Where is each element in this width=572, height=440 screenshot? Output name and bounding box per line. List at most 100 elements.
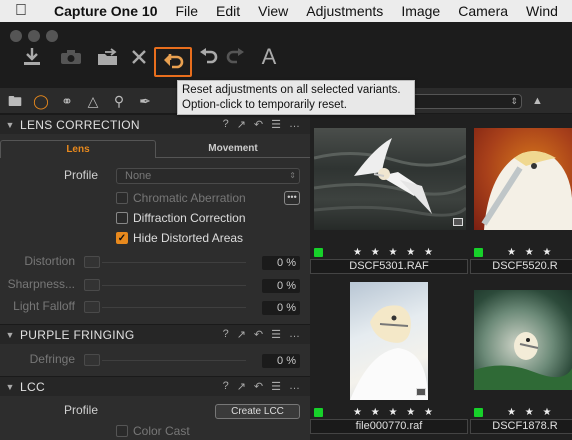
lens-tab-icon[interactable]: ◯ xyxy=(32,92,50,110)
tab-movement[interactable]: Movement xyxy=(156,140,310,158)
tab-lens[interactable]: Lens xyxy=(0,140,156,158)
thumbnail-gannet-flying[interactable] xyxy=(314,128,466,230)
help-icon[interactable]: ? xyxy=(223,328,229,341)
color-tag-icon[interactable] xyxy=(314,407,323,417)
sharpness-label: Sharpness... xyxy=(7,277,75,291)
profile-label: Profile xyxy=(63,168,98,182)
chevron-down-icon[interactable]: ▼ xyxy=(0,382,20,392)
menu-camera[interactable]: Camera xyxy=(449,3,517,19)
menu-view[interactable]: View xyxy=(249,3,297,19)
reset-section-icon[interactable]: ↶ xyxy=(254,118,263,131)
chromatic-aberration-checkbox[interactable] xyxy=(116,192,128,204)
brush-tab-icon[interactable]: ✒ xyxy=(136,92,154,110)
expand-icon[interactable]: ↗ xyxy=(237,380,246,393)
menu-bar:  Capture One 10 File Edit View Adjustme… xyxy=(0,0,572,22)
purple-fringing-header[interactable]: ▼ PURPLE FRINGING ? ↗ ↶ ☰ … xyxy=(0,324,310,344)
color-tag-icon[interactable] xyxy=(474,407,483,417)
diffraction-correction-row[interactable]: Diffraction Correction xyxy=(116,211,246,225)
star-rating[interactable]: ★ ★ ★ ★ ★ xyxy=(353,247,436,258)
light-falloff-slider[interactable] xyxy=(84,301,246,313)
search-tab-icon[interactable]: ⚲ xyxy=(110,92,128,110)
sharpness-value[interactable]: 0 % xyxy=(262,279,300,293)
menu-image[interactable]: Image xyxy=(392,3,449,19)
hide-distorted-checkbox[interactable]: ✓ xyxy=(116,232,128,244)
camera-icon[interactable] xyxy=(56,42,86,72)
color-cast-checkbox[interactable] xyxy=(116,425,128,437)
tooltip: Reset adjustments on all selected varian… xyxy=(177,80,415,115)
meta-row-3: ★ ★ ★ ★ ★ xyxy=(314,405,436,419)
defringe-slider[interactable] xyxy=(84,354,246,366)
presets-icon[interactable]: ☰ xyxy=(271,328,281,341)
star-rating[interactable]: ★ ★ ★ xyxy=(507,407,554,418)
menu-window[interactable]: Wind xyxy=(517,3,567,19)
composition-tab-icon[interactable]: △ xyxy=(84,92,102,110)
star-rating[interactable]: ★ ★ ★ xyxy=(507,247,554,258)
reset-section-icon[interactable]: ↶ xyxy=(254,380,263,393)
thumbnail-gannet-portrait[interactable] xyxy=(474,128,572,230)
window-zoom-dot[interactable] xyxy=(46,30,58,42)
defringe-label: Defringe xyxy=(29,352,75,366)
menu-app-name[interactable]: Capture One 10 xyxy=(42,3,166,19)
lens-profile-value: None xyxy=(125,170,152,182)
image-browser: ★ ★ ★ ★ ★ DSCF5301.RAF ★ ★ ★ DSCF5520.R … xyxy=(310,114,572,440)
text-icon[interactable]: A xyxy=(254,42,284,72)
library-tab-icon[interactable]: 🖿 xyxy=(6,92,24,110)
lens-correction-header[interactable]: ▼ LENS CORRECTION ? ↗ ↶ ☰ … xyxy=(0,114,310,134)
reset-section-icon[interactable]: ↶ xyxy=(254,328,263,341)
color-tag-icon[interactable] xyxy=(474,247,483,257)
meta-row-4: ★ ★ ★ xyxy=(474,405,554,419)
expand-icon[interactable]: ↗ xyxy=(237,118,246,131)
tool-panel: ▼ LENS CORRECTION ? ↗ ↶ ☰ … Lens Movemen… xyxy=(0,114,310,440)
triangle-up-icon[interactable]: ▲ xyxy=(532,95,543,107)
expand-icon[interactable]: ↗ xyxy=(237,328,246,341)
create-lcc-button[interactable]: Create LCC xyxy=(215,404,300,419)
distortion-value[interactable]: 0 % xyxy=(262,256,300,270)
apple-icon[interactable]:  xyxy=(0,2,42,20)
filename-label: DSCF5520.R xyxy=(470,259,572,274)
menu-adjustments[interactable]: Adjustments xyxy=(297,3,392,19)
chevron-down-icon[interactable]: ▼ xyxy=(0,330,20,340)
tooltip-line-2: Option-click to temporarily reset. xyxy=(182,99,347,111)
chevron-down-icon[interactable]: ▼ xyxy=(0,120,20,130)
tooltip-line-1: Reset adjustments on all selected varian… xyxy=(182,84,401,96)
color-cast-row[interactable]: Color Cast xyxy=(116,424,190,438)
filename-label: DSCF5301.RAF xyxy=(310,259,468,274)
export-icon[interactable] xyxy=(94,42,124,72)
lens-subtabs: Lens Movement xyxy=(0,140,310,158)
presets-icon[interactable]: ☰ xyxy=(271,118,281,131)
chromatic-aberration-row[interactable]: Chromatic Aberration xyxy=(116,191,246,205)
hide-distorted-row[interactable]: ✓ Hide Distorted Areas xyxy=(116,231,243,245)
close-icon[interactable] xyxy=(124,42,154,72)
color-tab-icon[interactable]: ⚭ xyxy=(58,92,76,110)
help-icon[interactable]: ? xyxy=(223,118,229,131)
more-icon[interactable]: … xyxy=(289,118,300,131)
variant-badge-icon xyxy=(416,388,426,396)
diffraction-correction-checkbox[interactable] xyxy=(116,212,128,224)
window-minimize-dot[interactable] xyxy=(28,30,40,42)
filename-label: DSCF1878.R xyxy=(470,419,572,434)
color-tag-icon[interactable] xyxy=(314,247,323,257)
import-icon[interactable] xyxy=(17,42,47,72)
menu-edit[interactable]: Edit xyxy=(207,3,249,19)
reset-icon[interactable] xyxy=(154,47,192,77)
lens-profile-select[interactable]: None ⇕ xyxy=(116,168,300,184)
redo-icon[interactable] xyxy=(220,42,250,72)
presets-icon[interactable]: ☰ xyxy=(271,380,281,393)
distortion-slider[interactable] xyxy=(84,256,246,268)
lcc-header[interactable]: ▼ LCC ? ↗ ↶ ☰ … xyxy=(0,376,310,396)
sharpness-slider[interactable] xyxy=(84,279,246,291)
thumbnail-gannet-vertical[interactable] xyxy=(350,282,428,400)
thumbnail-gannet-grass[interactable] xyxy=(474,290,572,390)
light-falloff-value[interactable]: 0 % xyxy=(262,301,300,315)
color-cast-label: Color Cast xyxy=(133,424,190,438)
menu-file[interactable]: File xyxy=(166,3,207,19)
help-icon[interactable]: ? xyxy=(223,380,229,393)
more-icon[interactable]: … xyxy=(289,380,300,393)
defringe-value[interactable]: 0 % xyxy=(262,354,300,368)
chromatic-aberration-label: Chromatic Aberration xyxy=(133,191,246,205)
more-options-button[interactable]: ••• xyxy=(284,191,300,205)
window-close-dot[interactable] xyxy=(10,30,22,42)
star-rating[interactable]: ★ ★ ★ ★ ★ xyxy=(353,407,436,418)
more-icon[interactable]: … xyxy=(289,328,300,341)
lcc-title: LCC xyxy=(20,379,45,394)
